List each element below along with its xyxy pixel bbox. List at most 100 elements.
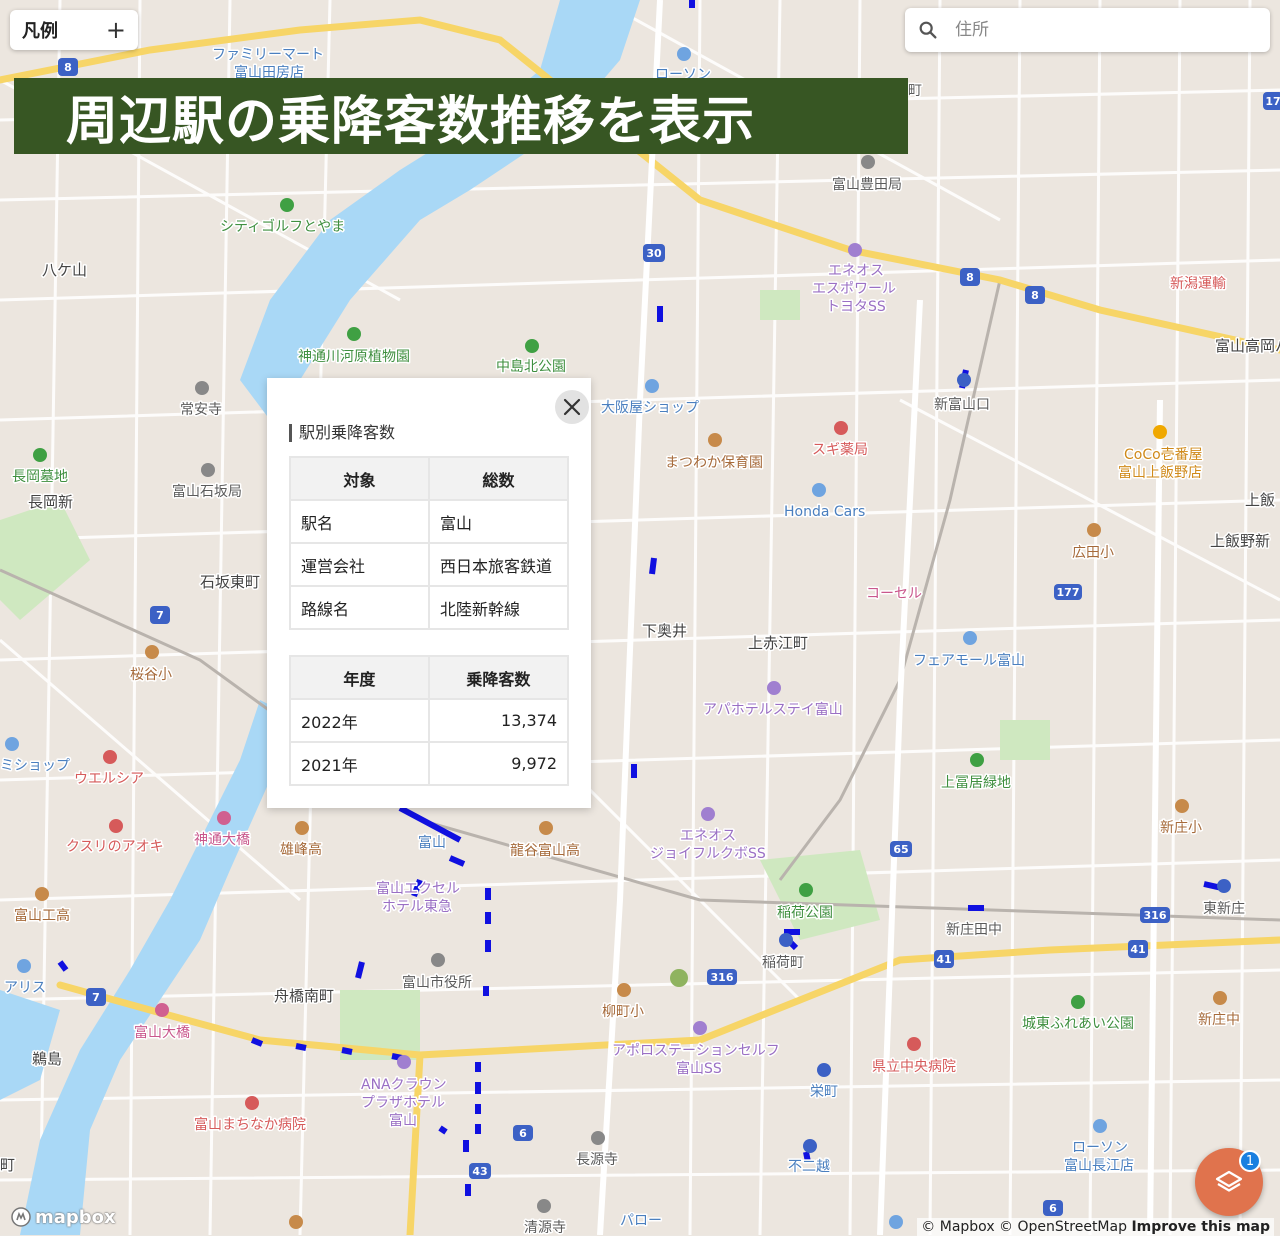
map-label: 富山SS — [676, 1060, 722, 1077]
school-icon — [289, 1215, 303, 1229]
svg-text:7: 7 — [92, 991, 100, 1004]
mapbox-logo-text: mapbox — [35, 1206, 116, 1228]
park-icon — [970, 753, 984, 767]
table-row: 2021年 9,972 — [289, 741, 570, 786]
banner-title: 周辺駅の乗降客数推移を表示 — [66, 91, 756, 152]
map-label: 新富山口 — [934, 396, 990, 413]
map-label: 栄町 — [810, 1084, 838, 1100]
map-label: ウエルシア — [74, 771, 144, 787]
map-label: ミショップ — [0, 758, 70, 774]
table-header: 対象 — [289, 456, 430, 501]
shop-icon — [5, 737, 19, 751]
map-label: 町 — [908, 83, 922, 99]
svg-text:6: 6 — [519, 1127, 527, 1140]
popup-close-button[interactable] — [555, 390, 589, 424]
map-label: シティゴルフとやま — [220, 218, 345, 235]
map-label: アリス — [4, 980, 46, 996]
map-label: まつわか保育園 — [665, 455, 763, 471]
map-label: 新庄中 — [1198, 1011, 1240, 1028]
shop-icon — [963, 631, 977, 645]
attribution-text[interactable]: © Mapbox © OpenStreetMap — [921, 1219, 1127, 1235]
map-label: ローソン — [1072, 1140, 1128, 1156]
table-cell: 西日本旅客鉄道 — [428, 542, 569, 587]
map-label: エネオス — [828, 263, 884, 279]
route-shield: 6 — [1043, 1200, 1063, 1216]
map-label: 中島北公園 — [496, 359, 566, 375]
svg-text:8: 8 — [966, 271, 974, 284]
table-row: 運営会社 西日本旅客鉄道 — [289, 542, 569, 587]
station-icon — [779, 933, 793, 947]
improve-map-link[interactable]: Improve this map — [1131, 1219, 1270, 1235]
map-label: ホテル東急 — [382, 899, 452, 915]
svg-text:8: 8 — [1031, 289, 1039, 302]
government-icon — [431, 953, 445, 967]
map-label: ジョイフルクボSS — [650, 846, 766, 862]
address-search[interactable] — [905, 8, 1270, 52]
svg-text:7: 7 — [156, 609, 164, 622]
map-label: 長源寺 — [576, 1152, 618, 1168]
table-cell: 2022年 — [289, 698, 430, 743]
map-label: Honda Cars — [784, 504, 865, 520]
hospital-icon — [245, 1096, 259, 1110]
map-label: 新潟運輸 — [1170, 276, 1226, 292]
map-label: 県立中央病院 — [872, 1059, 956, 1075]
map-label: 富山エクセル — [376, 880, 460, 897]
school-icon — [1213, 991, 1227, 1005]
bridge-icon — [217, 811, 231, 825]
map-label: 鵜島 — [32, 1050, 62, 1068]
cemetery-icon — [33, 448, 47, 462]
legend-panel[interactable]: 凡例 + — [10, 10, 138, 50]
station-icon — [817, 1063, 831, 1077]
title-banner: 周辺駅の乗降客数推移を表示 — [14, 78, 908, 154]
search-input[interactable] — [953, 19, 1257, 41]
shop-icon — [889, 1215, 903, 1229]
map-label: 富山高岡バ — [1215, 337, 1280, 355]
map-label: クスリのアオキ — [66, 839, 164, 855]
mapbox-logo[interactable]: mapbox — [10, 1206, 116, 1228]
map-label: 柳町小 — [602, 1003, 644, 1020]
svg-text:43: 43 — [472, 1165, 487, 1178]
table-header: 年度 — [289, 655, 430, 700]
map-label: 龍谷富山高 — [510, 842, 580, 859]
map-label: 富山工高 — [14, 907, 70, 924]
post-office-icon — [201, 463, 215, 477]
svg-text:316: 316 — [711, 971, 734, 984]
pharmacy-icon — [834, 421, 848, 435]
map-label: 新庄小 — [1160, 819, 1202, 836]
map-label: 富山上飯野店 — [1118, 464, 1202, 481]
table-row: 駅名 富山 — [289, 499, 569, 544]
route-shield: 41 — [1128, 940, 1148, 958]
route-shield: 7 — [150, 606, 170, 624]
temple-icon — [537, 1199, 551, 1213]
hospital-icon — [907, 1037, 921, 1051]
school-icon — [1087, 523, 1101, 537]
temple-icon — [591, 1131, 605, 1145]
legend-title: 凡例 — [22, 21, 58, 42]
legend-expand-button[interactable]: + — [106, 18, 126, 42]
map-label: プラザホテル — [361, 1095, 445, 1111]
map-label: ANAクラウン — [361, 1077, 447, 1093]
table-cell: 富山 — [428, 499, 569, 544]
map-canvas[interactable]: 8 8 8 17 30 177 7 7 65 316 316 41 41 6 4… — [0, 0, 1280, 1235]
svg-text:316: 316 — [1144, 909, 1167, 922]
location-marker[interactable] — [670, 969, 688, 987]
table-cell: 路線名 — [289, 585, 430, 630]
map-label: 上飯 — [1245, 491, 1275, 509]
route-shield: 8 — [960, 268, 980, 286]
svg-text:17: 17 — [1265, 95, 1280, 108]
table-cell: 駅名 — [289, 499, 430, 544]
map-label: CoCo壱番屋 — [1124, 446, 1203, 463]
map-label: 上冨居緑地 — [941, 775, 1011, 791]
table-cell: 北陸新幹線 — [428, 585, 569, 630]
car-icon — [812, 483, 826, 497]
map-label: 富山市役所 — [402, 974, 472, 991]
map-label: 神通大橋 — [194, 832, 250, 848]
svg-text:8: 8 — [64, 61, 72, 74]
map-label: 常安寺 — [180, 402, 222, 418]
fuel-icon — [701, 807, 715, 821]
shop-icon — [17, 959, 31, 973]
map-label: 下奥井 — [642, 622, 687, 640]
park-icon — [799, 883, 813, 897]
route-shield: 30 — [643, 244, 665, 262]
layers-badge: 1 — [1239, 1150, 1261, 1172]
